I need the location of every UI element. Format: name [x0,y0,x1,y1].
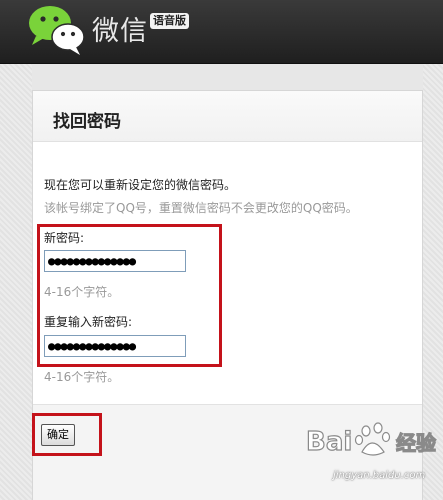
confirm-button-highlight [32,413,102,456]
svg-text:Bai: Bai [306,427,352,457]
baidu-jingyan-watermark-logo: Bai 经验 [305,422,437,458]
app-header: 微信 语音版 [0,0,443,64]
qq-binding-note: 该帐号绑定了QQ号，重置微信密码不会更改您的QQ密码。 [44,201,358,215]
repeat-password-hint: 4-16个字符。 [44,370,120,384]
password-fields-highlight [37,224,222,367]
panel-header: 找回密码 [33,91,422,142]
page-title: 找回密码 [53,112,121,132]
page-background-left [0,64,32,500]
watermark-url: jingyan.baidu.com [333,470,426,481]
svg-text:经验: 经验 [396,431,436,455]
intro-text: 现在您可以重新设定您的微信密码。 [44,178,237,192]
version-badge: 语音版 [150,13,189,29]
wechat-bubbles-icon [29,6,85,55]
brand-name: 微信 [92,16,148,47]
